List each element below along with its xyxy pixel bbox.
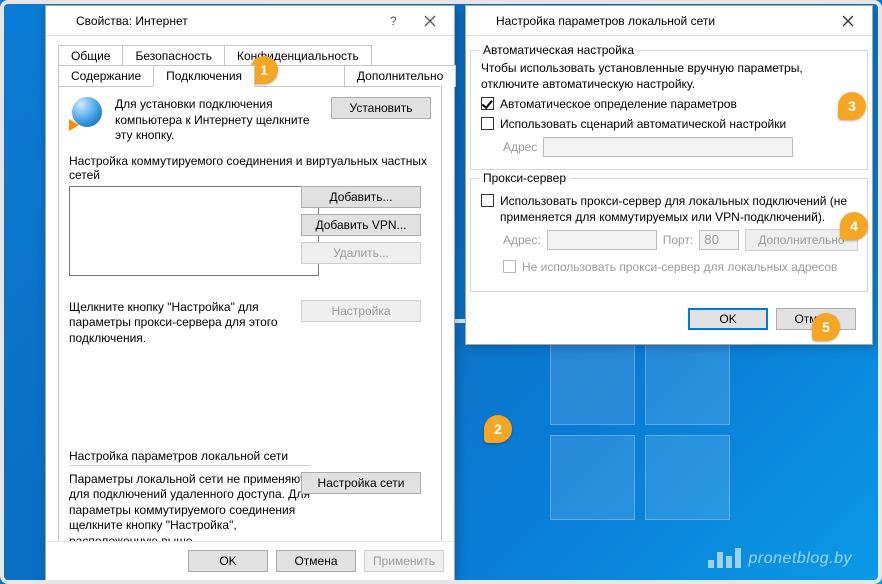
- proxy-hint: Щелкните кнопку "Настройка" для параметр…: [69, 300, 319, 347]
- win-logo-quad: [645, 435, 730, 520]
- proxy-group: Прокси-сервер Использовать прокси-сервер…: [470, 178, 868, 293]
- remove-button: Удалить...: [301, 242, 421, 264]
- connections-listbox[interactable]: [69, 186, 319, 276]
- use-script-label: Использовать сценарий автоматической нас…: [500, 116, 786, 132]
- close-button[interactable]: [830, 7, 866, 35]
- auto-config-group: Автоматическая настройка Чтобы использов…: [470, 50, 868, 170]
- tab-general[interactable]: Общие: [58, 45, 123, 66]
- script-address-input: [543, 137, 793, 157]
- add-vpn-button[interactable]: Добавить VPN...: [301, 214, 421, 236]
- dialog-buttons: OK Отмена Применить: [46, 541, 454, 580]
- use-proxy-checkbox[interactable]: [481, 194, 494, 207]
- callout-4: 4: [840, 212, 868, 240]
- dialup-label: Настройка коммутируемого соединения и ви…: [69, 154, 431, 182]
- proxy-port-label: Порт:: [663, 233, 694, 247]
- internet-options-icon: [474, 13, 490, 29]
- watermark: pronetblog.by: [708, 548, 852, 568]
- callout-5: 5: [812, 313, 840, 341]
- add-button[interactable]: Добавить...: [301, 186, 421, 208]
- help-button[interactable]: ?: [376, 7, 412, 35]
- internet-properties-dialog: Свойства: Интернет ? Общие Безопасность …: [45, 5, 455, 581]
- auto-detect-checkbox[interactable]: [481, 97, 494, 110]
- win-logo-quad: [550, 340, 635, 425]
- globe-icon: [69, 97, 105, 133]
- ok-button[interactable]: OK: [688, 308, 768, 330]
- dialog-title: Настройка параметров локальной сети: [496, 14, 830, 28]
- settings-button: Настройка: [301, 300, 421, 322]
- tab-advanced[interactable]: Дополнительно: [344, 65, 456, 87]
- apply-button: Применить: [364, 550, 444, 572]
- callout-2: 2: [484, 415, 512, 443]
- bypass-local-label: Не использовать прокси-сервер для локаль…: [522, 259, 837, 275]
- callout-3: 3: [838, 92, 866, 120]
- install-hint: Для установки подключения компьютера к И…: [115, 97, 321, 144]
- proxy-address-input: [547, 230, 657, 250]
- tab-privacy[interactable]: Конфиденциальность: [224, 45, 372, 66]
- win-logo-quad: [550, 435, 635, 520]
- titlebar[interactable]: Свойства: Интернет ?: [46, 6, 454, 36]
- auto-hint: Чтобы использовать установленные вручную…: [481, 61, 857, 92]
- connections-panel: Для установки подключения компьютера к И…: [58, 86, 442, 557]
- svg-text:?: ?: [390, 15, 397, 27]
- use-proxy-label: Использовать прокси-сервер для локальных…: [500, 193, 857, 225]
- dialog-title: Свойства: Интернет: [76, 14, 376, 28]
- internet-options-icon: [54, 13, 70, 29]
- titlebar[interactable]: Настройка параметров локальной сети: [466, 6, 872, 36]
- close-button[interactable]: [412, 7, 448, 35]
- lan-settings-button[interactable]: Настройка сети: [301, 472, 421, 494]
- tab-strip: Общие Безопасность Конфиденциальность Со…: [58, 44, 442, 557]
- ok-button[interactable]: OK: [188, 550, 268, 572]
- auto-detect-label: Автоматическое определение параметров: [500, 96, 737, 112]
- tab-connections[interactable]: Подключения: [153, 65, 255, 87]
- use-script-checkbox[interactable]: [481, 117, 494, 130]
- win-logo-quad: [645, 340, 730, 425]
- group-legend: Прокси-сервер: [479, 171, 570, 185]
- lan-section-label: Настройка параметров локальной сети: [69, 449, 311, 466]
- tab-content[interactable]: Содержание: [58, 65, 154, 87]
- proxy-address-label: Адрес:: [503, 233, 541, 247]
- cancel-button[interactable]: Отмена: [276, 550, 356, 572]
- tab-security[interactable]: Безопасность: [122, 45, 225, 66]
- install-button[interactable]: Установить: [331, 97, 431, 119]
- group-legend: Автоматическая настройка: [479, 43, 638, 57]
- lan-hint: Параметры локальной сети не применяются …: [69, 472, 319, 550]
- lan-settings-dialog: Настройка параметров локальной сети Авто…: [465, 5, 873, 345]
- proxy-port-input: [699, 230, 739, 250]
- bypass-local-checkbox: [503, 260, 516, 273]
- script-address-label: Адрес: [503, 140, 537, 154]
